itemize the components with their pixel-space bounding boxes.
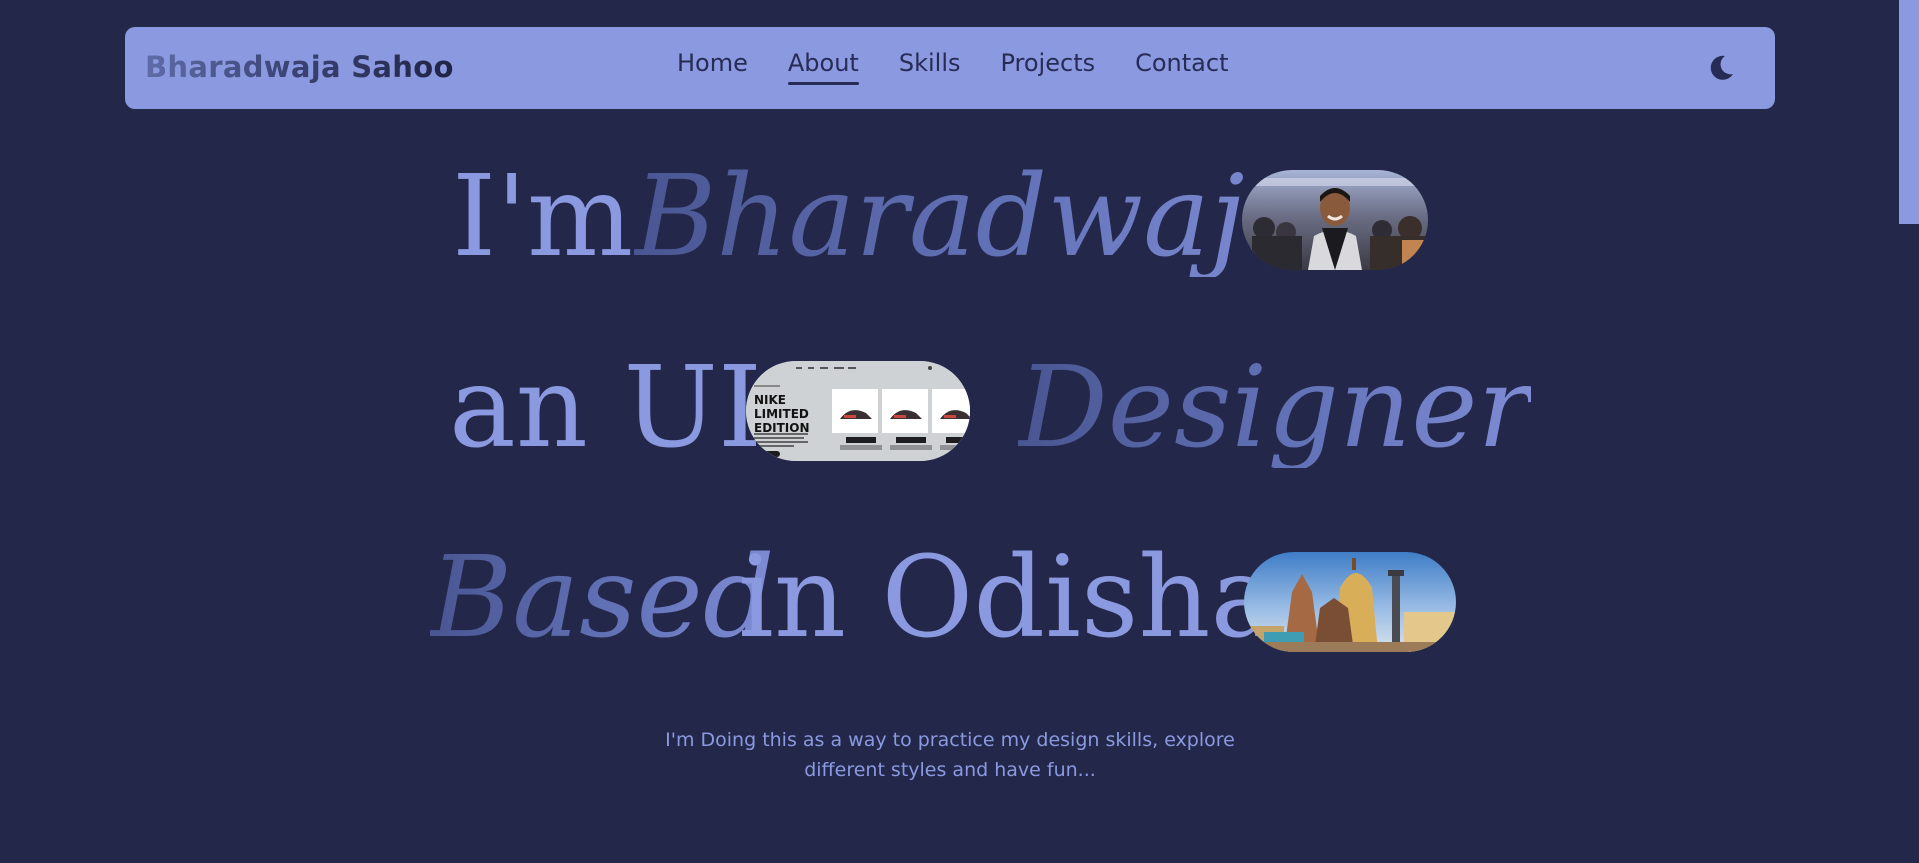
hero-word-designer: Designer (1018, 343, 1532, 473)
mockup-headline-line-3: EDITION (754, 421, 810, 435)
mockup-headline-line-1: NIKE (754, 393, 787, 407)
brand-logo[interactable]: Bharadwaja Sahoo (145, 50, 454, 84)
hero-line-3: Based in Odisha (0, 538, 1919, 658)
hero-word-im: I'm (452, 152, 634, 282)
hero-word-based: Based (430, 533, 775, 663)
temple-photo-pill (1244, 552, 1456, 652)
hero-subtitle: I'm Doing this as a way to practice my d… (665, 729, 1235, 781)
nav-about[interactable]: About (787, 49, 859, 85)
profile-photo-pill (1242, 170, 1428, 270)
profile-photo (1242, 170, 1428, 270)
hero-word-an-ui: an UI (449, 343, 763, 473)
hero-word-name: Bharadwaja (634, 152, 1312, 282)
nav-skills[interactable]: Skills (899, 49, 961, 85)
nav-links: Home About Skills Projects Contact (677, 49, 1228, 85)
temple-photo (1244, 552, 1456, 652)
hero-line-1: I'm Bharadwaja (0, 157, 1919, 277)
hero-word-in-odisha: in Odisha (738, 533, 1278, 663)
moon-icon (1710, 55, 1733, 80)
theme-toggle-button[interactable] (1705, 52, 1737, 84)
nav-home[interactable]: Home (677, 49, 748, 85)
mockup-headline-line-2: LIMITED (754, 407, 809, 421)
project-mockup-pill: NIKE LIMITED EDITION (746, 361, 970, 461)
nav-projects[interactable]: Projects (1000, 49, 1095, 85)
navbar: Bharadwaja Sahoo Home About Skills Proje… (125, 27, 1775, 109)
mockup-headline: NIKE LIMITED EDITION (754, 393, 810, 435)
nav-contact[interactable]: Contact (1135, 49, 1228, 85)
